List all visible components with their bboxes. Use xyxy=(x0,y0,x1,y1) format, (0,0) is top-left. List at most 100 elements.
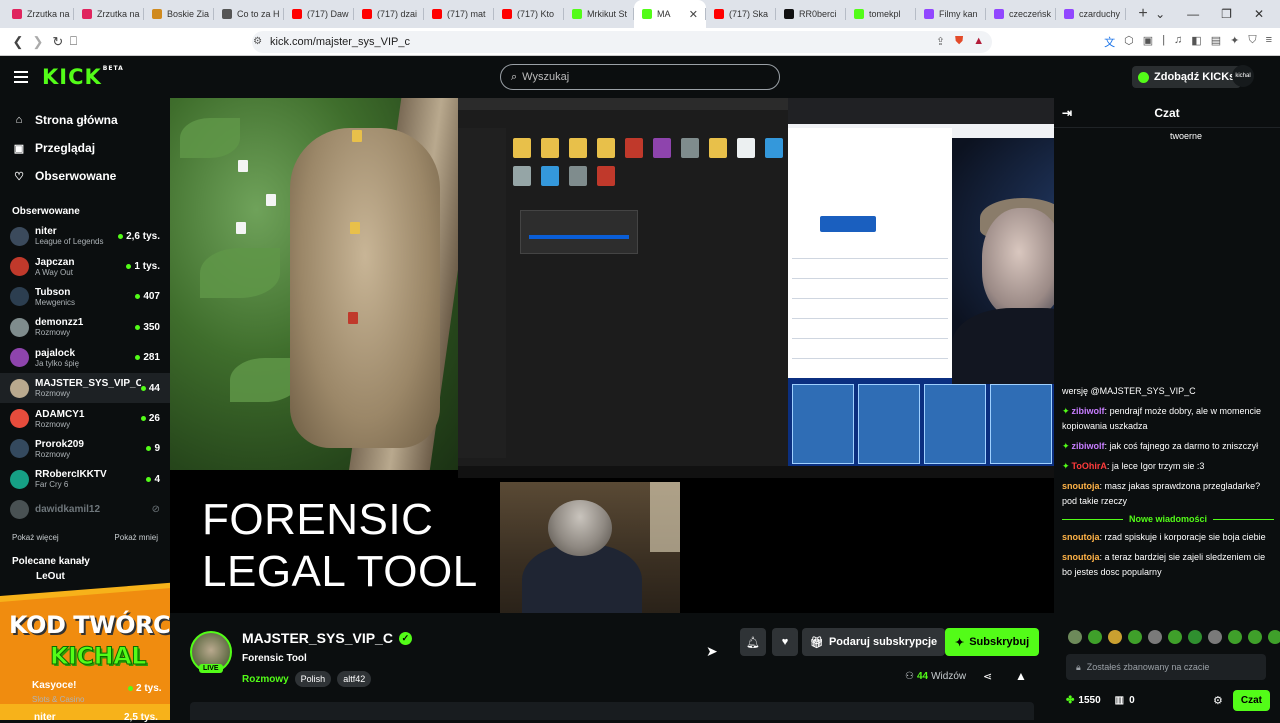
browser-tab[interactable]: (717) dzai xyxy=(354,0,424,28)
show-less-button[interactable]: Pokaż mniej xyxy=(114,533,158,542)
followed-channel-item[interactable]: pajalock Ja tylko śpię 281 xyxy=(0,343,170,373)
chat-username[interactable]: snoutoja xyxy=(1062,552,1100,562)
brave-shield-icon[interactable]: ⛊ xyxy=(955,35,963,48)
emote-icon[interactable] xyxy=(1068,630,1082,644)
sidebar-nav-item[interactable]: ⌂ Strona główna xyxy=(0,106,170,134)
restore-icon[interactable]: ❐ xyxy=(1221,7,1232,21)
browser-tab[interactable]: Mrkikut St xyxy=(564,0,634,28)
translate-icon[interactable]: 文 xyxy=(1104,34,1115,50)
heart-icon: ♥ xyxy=(781,636,789,648)
browser-tab[interactable]: Zrzutka na xyxy=(74,0,144,28)
close-window-icon[interactable]: ✕ xyxy=(1254,7,1264,21)
browser-tab[interactable]: (717) mat xyxy=(424,0,494,28)
browser-tab[interactable]: (717) Daw xyxy=(284,0,354,28)
followed-channel-item[interactable]: Japczan A Way Out 1 tys. xyxy=(0,251,170,281)
forward-icon[interactable]: ❯ xyxy=(28,34,48,50)
notification-bell-button[interactable]: 🔔︎ xyxy=(740,628,766,656)
video-player[interactable]: FORENSIC LEGAL TOOL xyxy=(170,98,1054,613)
recommended-channel-name-2[interactable]: niter xyxy=(34,712,56,723)
browser-tab[interactable]: Boskie Zia xyxy=(144,0,214,28)
stream-category-link[interactable]: Rozmowy xyxy=(242,674,289,685)
recommended-channel-name[interactable]: Kasyoce! xyxy=(32,680,76,691)
new-messages-divider[interactable]: Nowe wiadomości xyxy=(1062,514,1274,524)
screenshot-icon[interactable]: ▣ xyxy=(1143,34,1153,50)
followed-channel-item[interactable]: MAJSTER_SYS_VIP_C Rozmowy 44 xyxy=(0,372,170,404)
back-icon[interactable]: ❮ xyxy=(8,34,28,50)
stream-tag[interactable]: Polish xyxy=(294,671,332,687)
collapse-chat-icon[interactable]: ⇥ xyxy=(1062,106,1072,120)
browser-tab[interactable]: czeczeńsk xyxy=(986,0,1056,28)
chat-username[interactable]: zibiwolf xyxy=(1072,406,1105,416)
emote-icon[interactable] xyxy=(1228,630,1242,644)
followed-channel-item[interactable]: ADAMCY1 Rozmowy 26 xyxy=(0,403,170,433)
emote-icon[interactable] xyxy=(1148,630,1162,644)
chat-username[interactable]: ToOhirA xyxy=(1072,461,1107,471)
browser-tab[interactable]: Zrzutka na xyxy=(4,0,74,28)
kick-logo[interactable]: KICKBETA xyxy=(42,65,124,89)
report-warning-icon[interactable]: ▲ xyxy=(1015,669,1027,683)
chat-input[interactable]: 🔒︎ Zostałeś zbanowany na czacie xyxy=(1066,654,1266,680)
followed-channel-item[interactable]: RRobercIKKTV Far Cry 6 4 xyxy=(0,464,170,494)
divider-icon: | xyxy=(1162,33,1166,46)
followed-channel-item[interactable]: demonzz1 Rozmowy 350 xyxy=(0,312,170,342)
emote-icon[interactable] xyxy=(1188,630,1202,644)
follow-heart-button[interactable]: ♥ xyxy=(772,628,798,656)
emote-icon[interactable] xyxy=(1168,630,1182,644)
browser-tab[interactable]: RR0berci xyxy=(776,0,846,28)
close-tab-icon[interactable]: ✕ xyxy=(689,8,698,21)
sidebar-icon[interactable]: ◧ xyxy=(1191,34,1201,50)
url-field[interactable]: ⎕ ⚙ kick.com/majster_sys_VIP_c ⇪ ⛊ ▲ xyxy=(70,30,993,53)
gift-subscription-button[interactable]: 🎁︎ Podaruj subskrypcje xyxy=(802,628,946,656)
user-avatar[interactable]: kichal xyxy=(1232,65,1254,87)
new-tab-button[interactable]: + xyxy=(1132,5,1154,23)
browser-tab[interactable]: tomekpl xyxy=(846,0,916,28)
subscribe-button[interactable]: ✦ Subskrybuj xyxy=(945,628,1040,656)
emote-icon[interactable] xyxy=(1268,630,1280,644)
followed-channel-item[interactable]: niter League of Legends 2,6 tys. xyxy=(0,221,170,251)
share-icon[interactable]: ⇪ xyxy=(936,35,945,48)
get-kicks-button[interactable]: Zdobądź KICKs xyxy=(1132,66,1242,88)
reload-icon[interactable]: ↻ xyxy=(48,34,68,50)
site-info-icon[interactable]: ⚙ xyxy=(253,36,262,47)
bookmark-icon[interactable]: ⎕ xyxy=(70,34,77,49)
browser-tab[interactable]: czarduchy xyxy=(1056,0,1126,28)
chat-username[interactable]: zibiwolf xyxy=(1072,441,1105,451)
extension-icon[interactable]: ⬡ xyxy=(1124,34,1134,50)
browser-tab[interactable]: Co to za H xyxy=(214,0,284,28)
chat-username[interactable]: snoutoja xyxy=(1062,481,1100,491)
browser-tab[interactable]: MA ✕ xyxy=(634,0,706,28)
emote-icon[interactable] xyxy=(1088,630,1102,644)
brave-rewards-icon[interactable]: ▲ xyxy=(973,35,984,48)
chat-message: ✦ ToOhirA: ja lece Igor trzym sie :3 xyxy=(1062,459,1274,474)
followed-channel-item[interactable]: Tubson Mewgenics 407 xyxy=(0,282,170,312)
tab-search-icon[interactable]: ⌄ xyxy=(1155,7,1165,21)
sidebar-nav-item[interactable]: ♡ Obserwowane xyxy=(0,162,170,190)
emote-icon[interactable] xyxy=(1248,630,1262,644)
leo-icon[interactable]: ✦ xyxy=(1230,34,1239,50)
vpn-icon[interactable]: ⛉ xyxy=(1248,34,1256,50)
browser-tab[interactable]: (717) Ska xyxy=(706,0,776,28)
channel-points[interactable]: ✤ 1550 xyxy=(1066,695,1101,706)
emote-icon[interactable] xyxy=(1128,630,1142,644)
menu-icon[interactable]: ≡ xyxy=(1266,34,1272,50)
minimize-icon[interactable]: — xyxy=(1187,7,1199,21)
browser-tab[interactable]: (717) Kto xyxy=(494,0,564,28)
search-input[interactable]: ⌕ Wyszukaj xyxy=(500,64,780,90)
gift-count[interactable]: ▥ 0 xyxy=(1115,695,1135,706)
share-stream-icon[interactable]: ⋖ xyxy=(983,670,992,683)
followed-channel-item[interactable]: Prorok209 Rozmowy 9 xyxy=(0,434,170,464)
sidebar-nav-item[interactable]: ▣ Przeglądaj xyxy=(0,134,170,162)
streamer-name[interactable]: MAJSTER_SYS_VIP_C xyxy=(242,630,393,646)
chat-send-button[interactable]: Czat xyxy=(1232,689,1270,711)
wallet-icon[interactable]: ▤ xyxy=(1211,34,1221,50)
emote-icon[interactable] xyxy=(1108,630,1122,644)
stream-tag[interactable]: altf42 xyxy=(337,671,372,687)
media-icon[interactable]: ♫ xyxy=(1174,34,1182,50)
menu-hamburger-icon[interactable] xyxy=(14,68,28,86)
chat-settings-icon[interactable]: ⚙ xyxy=(1213,694,1223,707)
chat-username[interactable]: snoutoja xyxy=(1062,532,1100,542)
browser-tab[interactable]: Filmy kan xyxy=(916,0,986,28)
emote-icon[interactable] xyxy=(1208,630,1222,644)
followed-channel-item[interactable]: dawidkamil12 ⊘ xyxy=(0,495,170,525)
show-more-button[interactable]: Pokaż więcej xyxy=(12,533,59,542)
